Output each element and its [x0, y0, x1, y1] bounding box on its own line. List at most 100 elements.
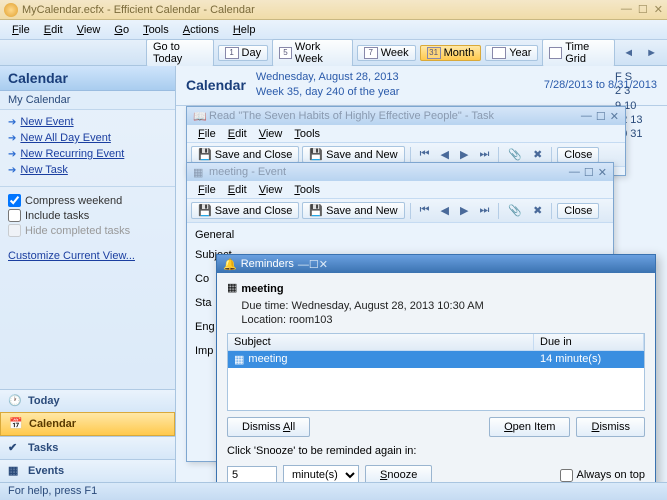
event-icon: ▦ — [193, 166, 205, 178]
menu-file[interactable]: File — [6, 22, 36, 38]
menu-help[interactable]: Help — [227, 22, 262, 38]
close-icon[interactable]: ✕ — [610, 110, 619, 123]
first-icon[interactable]: ⏮ — [416, 147, 434, 162]
view-day-button[interactable]: 1Day — [218, 45, 269, 61]
sidebar: Calendar My Calendar ➔New Event ➔New All… — [0, 66, 176, 482]
task-menu-edit[interactable]: Edit — [223, 127, 252, 141]
menu-edit[interactable]: Edit — [38, 22, 69, 38]
minimize-icon[interactable]: — — [298, 259, 309, 271]
calendar-icon: 📅 — [9, 417, 23, 431]
nav-tasks[interactable]: ✔Tasks — [0, 436, 175, 459]
task-menu-tools[interactable]: Tools — [289, 127, 325, 141]
app-title: MyCalendar.ecfx - Efficient Calendar - C… — [22, 4, 255, 16]
col-subject[interactable]: Subject — [228, 334, 534, 350]
view-year-button[interactable]: Year — [485, 45, 538, 61]
task-close-button[interactable]: Close — [557, 147, 599, 163]
close-icon[interactable]: ✕ — [654, 3, 663, 16]
open-item-button[interactable]: Open Item — [489, 417, 570, 437]
view-timegrid-button[interactable]: Time Grid — [542, 39, 615, 67]
app-titlebar: MyCalendar.ecfx - Efficient Calendar - C… — [0, 0, 667, 20]
menu-go[interactable]: Go — [108, 22, 135, 38]
snooze-label: Click 'Snooze' to be reminded again in: — [227, 445, 645, 457]
menu-view[interactable]: View — [71, 22, 107, 38]
nav-events[interactable]: ▦Events — [0, 459, 175, 482]
arrow-icon: ➔ — [8, 117, 16, 128]
event-save-close-button[interactable]: 💾 Save and Close — [191, 202, 299, 219]
task-menu-file[interactable]: File — [193, 127, 221, 141]
sidebar-new-task[interactable]: ➔New Task — [6, 162, 169, 178]
task-save-new-button[interactable]: 💾Save and New — [302, 146, 404, 163]
task-icon: 📖 — [193, 110, 205, 122]
attach-icon[interactable]: 📎 — [504, 147, 526, 162]
nav-calendar[interactable]: 📅Calendar — [0, 412, 175, 436]
sidebar-new-allday[interactable]: ➔New All Day Event — [6, 130, 169, 146]
delete-icon[interactable]: ✖ — [529, 147, 546, 162]
maximize-icon[interactable]: ☐ — [596, 110, 606, 123]
reminders-titlebar[interactable]: 🔔 Reminders —☐✕ — [217, 255, 655, 273]
last-icon[interactable]: ⏭ — [475, 203, 493, 218]
reminders-body: ▦ meeting Due time: Wednesday, August 28… — [217, 273, 655, 493]
prev-icon[interactable]: ◀ — [437, 203, 453, 218]
task-menu-view[interactable]: View — [254, 127, 288, 141]
next-icon[interactable]: ▶ — [456, 203, 472, 218]
menu-actions[interactable]: Actions — [177, 22, 225, 38]
prev-icon[interactable]: ◀ — [437, 147, 453, 162]
sidebar-subheader[interactable]: My Calendar — [0, 91, 175, 110]
calendar-label: Calendar — [186, 77, 246, 93]
reminders-list-row[interactable]: ▦meeting 14 minute(s) — [228, 351, 644, 368]
minimize-icon[interactable]: — — [581, 110, 592, 123]
reminders-list: Subject Due in ▦meeting 14 minute(s) — [227, 333, 645, 411]
nav-next-icon[interactable]: ► — [642, 47, 661, 59]
event-save-new-button[interactable]: 💾 Save and New — [302, 202, 404, 219]
col-due[interactable]: Due in — [534, 334, 644, 350]
menu-tools[interactable]: Tools — [137, 22, 175, 38]
sidebar-new-recurring[interactable]: ➔New Recurring Event — [6, 146, 169, 162]
maximize-icon[interactable]: ☐ — [638, 3, 648, 16]
always-on-top-checkbox[interactable]: Always on top — [560, 469, 645, 482]
maximize-icon[interactable]: ☐ — [584, 166, 594, 179]
sidebar-nav: 🕐Today 📅Calendar ✔Tasks ▦Events — [0, 389, 175, 482]
event-menu-tools[interactable]: Tools — [289, 183, 325, 197]
minimize-icon[interactable]: — — [569, 166, 580, 179]
reminders-title: Reminders — [241, 258, 294, 270]
sidebar-quicklinks: ➔New Event ➔New All Day Event ➔New Recur… — [0, 110, 175, 182]
first-icon[interactable]: ⏮ — [416, 203, 434, 218]
event-menu-view[interactable]: View — [254, 183, 288, 197]
task-window-titlebar[interactable]: 📖 Read "The Seven Habits of Highly Effec… — [187, 107, 625, 125]
minimize-icon[interactable]: — — [621, 3, 632, 16]
view-week-button[interactable]: 7Week — [357, 45, 416, 61]
sidebar-header: Calendar — [0, 66, 175, 91]
goto-today-button[interactable]: Go to Today — [146, 39, 214, 67]
delete-icon[interactable]: ✖ — [529, 203, 546, 218]
dismiss-button[interactable]: Dismiss — [576, 417, 645, 437]
close-icon[interactable]: ✕ — [598, 166, 607, 179]
view-month-button[interactable]: 31Month — [420, 45, 482, 61]
view-workweek-button[interactable]: 5Work Week — [272, 39, 353, 67]
sidebar-new-event[interactable]: ➔New Event — [6, 114, 169, 130]
reminder-subject: meeting — [241, 283, 645, 295]
maximize-icon[interactable]: ☐ — [309, 259, 319, 271]
event-menu-edit[interactable]: Edit — [223, 183, 252, 197]
app-orb-icon — [4, 3, 18, 17]
reminders-buttons: Dismiss All Open Item Dismiss — [227, 417, 645, 437]
close-icon[interactable]: ✕ — [319, 259, 328, 271]
event-menu-file[interactable]: File — [193, 183, 221, 197]
tasks-icon: ✔ — [8, 441, 22, 455]
calendar-header: Calendar Wednesday, August 28, 2013 Week… — [176, 66, 667, 106]
customize-view-link[interactable]: Customize Current View... — [0, 244, 175, 268]
event-close-button[interactable]: Close — [557, 203, 599, 219]
calendar-date: Wednesday, August 28, 2013 Week 35, day … — [256, 70, 400, 101]
event-tab-general[interactable]: General — [195, 227, 605, 243]
bell-icon: 🔔 — [223, 258, 237, 271]
compress-weekend-checkbox[interactable]: Compress weekend — [8, 193, 167, 208]
dismiss-all-button[interactable]: Dismiss All — [227, 417, 310, 437]
status-text: For help, press F1 — [8, 485, 97, 497]
nav-today[interactable]: 🕐Today — [0, 389, 175, 412]
task-save-close-button[interactable]: 💾Save and Close — [191, 146, 299, 163]
next-icon[interactable]: ▶ — [456, 147, 472, 162]
last-icon[interactable]: ⏭ — [475, 147, 493, 162]
include-tasks-checkbox[interactable]: Include tasks — [8, 208, 167, 223]
event-window-titlebar[interactable]: ▦ meeting - Event —☐✕ — [187, 163, 613, 181]
nav-prev-icon[interactable]: ◄ — [619, 47, 638, 59]
attach-icon[interactable]: 📎 — [504, 203, 526, 218]
